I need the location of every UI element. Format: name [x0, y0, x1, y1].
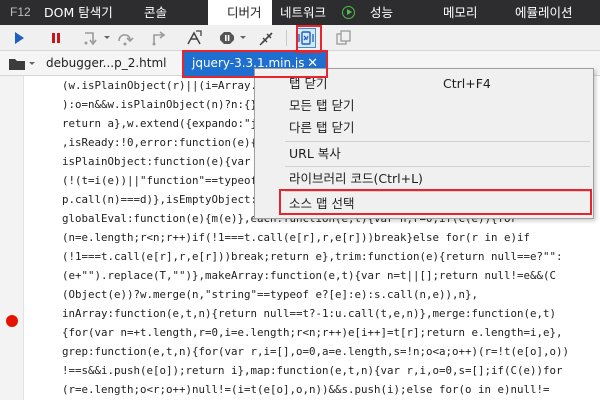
menu-item-label: 라이브러리 코드(Ctrl+L) [289, 171, 423, 186]
tab-memory[interactable]: 메모리 [443, 0, 478, 25]
tab-console[interactable]: 콘솔 [144, 0, 167, 25]
menu-item-label: 소스 맵 선택 [289, 196, 355, 211]
code-line: grep:function(e,t,n){for(var r,i=[],o=0,… [62, 345, 570, 358]
tab-performance[interactable]: 성능 [370, 0, 393, 25]
break-on-new-worker-icon[interactable] [185, 29, 203, 47]
menu-item-close-other-tabs[interactable]: 다른 탭 닫기 [256, 117, 592, 139]
break-icon[interactable] [47, 29, 65, 47]
menu-item-copy-url[interactable]: URL 복사 [256, 143, 592, 165]
source-map-button[interactable] [296, 28, 316, 48]
debugger-toolbar [0, 25, 600, 51]
tab-network[interactable]: 네트워크 [280, 0, 326, 25]
tab-emulation[interactable]: 에뮬레이션 [515, 0, 573, 25]
file-tab-debugger[interactable]: debugger...p_2.html [46, 51, 167, 76]
menu-item-label: URL 복사 [289, 146, 341, 161]
menu-item-label: 모든 탭 닫기 [289, 98, 355, 113]
menu-separator [285, 141, 590, 142]
step-into-icon[interactable] [82, 29, 100, 47]
code-line: (!1===t.call(e[r],r,e[r]))break;return e… [62, 250, 563, 263]
disconnect-debugger-icon[interactable] [258, 29, 276, 47]
devtools-tab-bar: F12 DOM 탐색기 콘솔 디버거 네트워크 성능 메모리 에뮬레이션 [0, 0, 600, 25]
pretty-print-icon[interactable] [334, 29, 352, 47]
menu-item-select-source-map[interactable]: 소스 맵 선택 [256, 193, 592, 215]
exception-dropdown-icon[interactable] [240, 36, 246, 39]
network-play-icon[interactable] [342, 6, 355, 19]
code-line: (e+"").replace(T,"")},makeArray:function… [62, 269, 557, 282]
code-line: (Object(e))?w.merge(n,"string"==typeof e… [62, 288, 479, 301]
folder-dropdown-icon[interactable] [29, 62, 35, 65]
menu-item-shortcut: Ctrl+F4 [443, 76, 491, 91]
menu-item-library-code[interactable]: 라이브러리 코드(Ctrl+L) [256, 168, 592, 190]
menu-item-label: 탭 닫기 [289, 76, 328, 91]
code-line: (r=e.length;o<r;o++)null!=(i=t(e[o],o,n)… [62, 383, 550, 396]
tab-dom-explorer[interactable]: DOM 탐색기 [44, 0, 113, 25]
code-line: {for(var n=+t.length,r=0,i=e.length;r<n;… [62, 326, 563, 339]
step-over-icon[interactable] [116, 29, 134, 47]
tab-debugger[interactable]: 디버거 [208, 0, 272, 25]
toolbar-separator [286, 30, 287, 46]
menu-separator [285, 166, 590, 167]
menu-separator [285, 191, 590, 192]
folder-icon[interactable] [8, 56, 26, 74]
menu-item-close-all-tabs[interactable]: 모든 탭 닫기 [256, 95, 592, 117]
tab-context-menu: 탭 닫기 Ctrl+F4 모든 탭 닫기 다른 탭 닫기 URL 복사 라이브러… [254, 68, 594, 219]
code-line: !==s&&i.push(e[o]);return i},map:functio… [62, 364, 563, 377]
step-into-dropdown-icon[interactable] [104, 36, 110, 39]
menu-item-close-tab[interactable]: 탭 닫기 Ctrl+F4 [256, 73, 592, 95]
exception-behavior-icon[interactable] [218, 29, 236, 47]
continue-icon[interactable] [10, 29, 28, 47]
step-out-icon[interactable] [150, 29, 168, 47]
code-line: (n=e.length;r<n;r++)if(!1===t.call(e[r],… [62, 231, 531, 244]
f12-label: F12 [10, 5, 31, 19]
code-line: inArray:function(e,t,n){return null==t?-… [62, 307, 557, 320]
menu-item-label: 다른 탭 닫기 [289, 120, 355, 135]
